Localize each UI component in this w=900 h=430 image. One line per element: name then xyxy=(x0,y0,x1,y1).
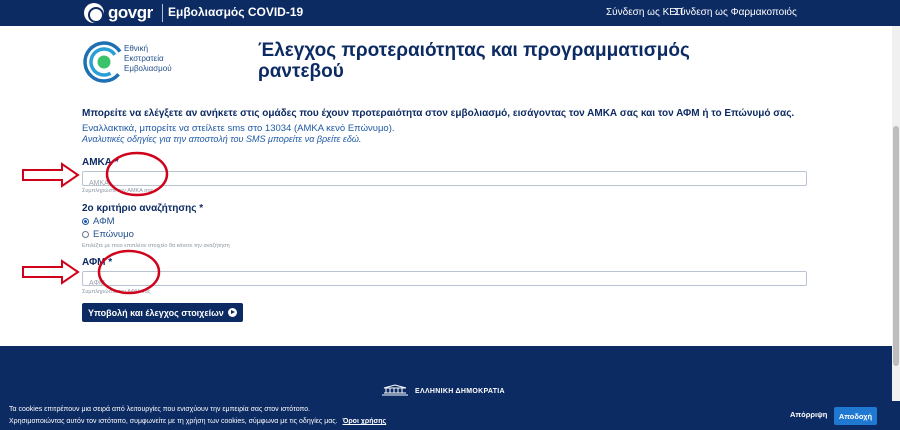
amka-input[interactable] xyxy=(83,177,806,190)
arrow-circle-right-icon xyxy=(227,308,237,317)
intro-instructions: Μπορείτε να ελέγξετε αν ανήκετε στις ομά… xyxy=(82,108,795,119)
intro-sms-text: Εναλλακτικά, μπορείτε να στείλετε sms στ… xyxy=(82,123,395,134)
terms-of-use-link[interactable]: Όροι χρήσης xyxy=(343,418,387,425)
afm-label: ΑΦΜ * xyxy=(82,257,113,268)
accept-cookies-button[interactable]: Αποδοχή xyxy=(834,407,877,425)
amka-field-wrapper[interactable] xyxy=(82,171,807,190)
submit-button-label: Υποβολή και έλεγχος στοιχείων xyxy=(88,307,224,318)
amka-label: ΑΜΚΑ * xyxy=(82,157,119,168)
radio-afm[interactable] xyxy=(82,218,89,225)
page-title: Έλεγχος προτεραιότητας και προγραμματισμ… xyxy=(258,40,728,82)
criterion-label: 2ο κριτήριο αναζήτησης * xyxy=(82,203,204,214)
afm-hint: Συμπληρώστε τον ΑΦΜ σας xyxy=(82,289,151,295)
login-kep-link[interactable]: Σύνδεση ως ΚΕΠ xyxy=(606,7,683,18)
app-title[interactable]: Εμβολιασμός COVID-19 xyxy=(168,5,303,19)
criterion-hint: Επιλέξτε με ποιο επιπλέον στοιχείο θα κά… xyxy=(82,243,230,249)
org-name-line1: Εθνική xyxy=(124,44,149,53)
vaccination-campaign-logo-icon xyxy=(83,41,125,83)
page-title-line2: ραντεβού xyxy=(258,61,344,82)
radio-afm-label[interactable]: ΑΦΜ xyxy=(93,216,115,227)
page-scrollbar[interactable] xyxy=(892,26,900,430)
afm-input[interactable] xyxy=(83,277,806,290)
greek-republic-text: ΕΛΛΗΝΙΚΗ ΔΗΜΟΚΡΑΤΙΑ xyxy=(415,388,505,395)
submit-button[interactable]: Υποβολή και έλεγχος στοιχείων xyxy=(82,303,243,322)
red-arrow-icon xyxy=(22,259,80,285)
greek-republic-emblem-icon xyxy=(382,384,408,396)
login-pharmacist-link[interactable]: Σύνδεση ως Φαρμακοποιός xyxy=(674,7,797,18)
reject-cookies-button[interactable]: Απόρριψη xyxy=(790,410,827,419)
scrollbar-thumb[interactable] xyxy=(893,126,899,366)
page-title-line1: Έλεγχος προτεραιότητας και προγραμματισμ… xyxy=(258,40,690,61)
cookie-text-line2: Χρησιμοποιώντας αυτόν τον ιστότοπο, συμφ… xyxy=(9,418,386,425)
afm-field-wrapper[interactable] xyxy=(82,271,807,290)
radio-surname-label[interactable]: Επώνυμο xyxy=(93,229,134,240)
sms-instructions-link[interactable]: Αναλυτικές οδηγίες για την αποστολή του … xyxy=(82,134,361,144)
org-name-line3: Εμβολιασμού xyxy=(124,64,172,73)
govgr-logo[interactable]: govgr xyxy=(108,3,153,23)
cookie-text-line2-body: Χρησιμοποιώντας αυτόν τον ιστότοπο, συμφ… xyxy=(9,418,338,425)
radio-option-surname[interactable]: Επώνυμο xyxy=(82,229,134,240)
header-divider xyxy=(162,4,163,22)
radio-surname[interactable] xyxy=(82,231,89,238)
red-arrow-icon xyxy=(22,162,80,188)
org-name-line2: Εκστρατεία xyxy=(124,54,164,63)
radio-option-afm[interactable]: ΑΦΜ xyxy=(82,216,115,227)
cookie-text-line1: Τα cookies επιτρέπουν μια σειρά από λειτ… xyxy=(9,406,311,413)
org-name: Εθνική Εκστρατεία Εμβολιασμού xyxy=(124,44,194,74)
greek-emblem-icon xyxy=(84,3,104,23)
amka-hint: Συμπληρώστε τον ΑΜΚΑ σας xyxy=(82,188,154,194)
